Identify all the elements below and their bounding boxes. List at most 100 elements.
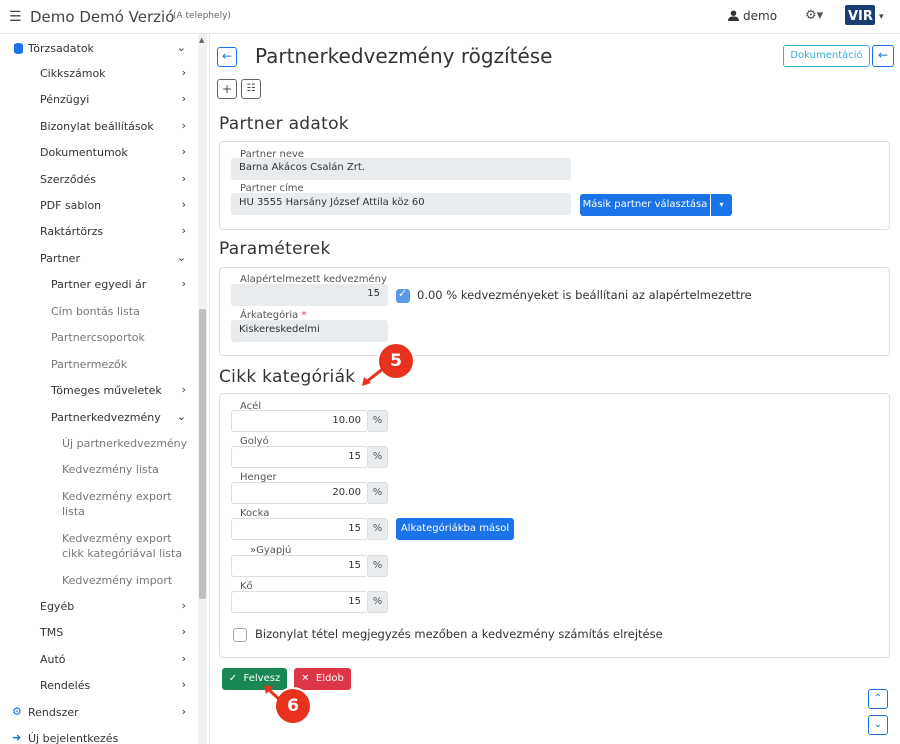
- percent-addon: %: [368, 410, 388, 432]
- discard-button[interactable]: ✕ Eldob: [294, 668, 351, 690]
- sidebar-item-cim-bontas-lista[interactable]: Cím bontás lista: [0, 299, 198, 325]
- chevron-right-icon: ›: [181, 625, 186, 638]
- sidebar-item-partnercsoportok[interactable]: Partnercsoportok: [0, 325, 198, 351]
- chevron-right-icon: ›: [181, 66, 186, 79]
- chevron-right-icon: ›: [181, 145, 186, 158]
- sidebar-item-bizonylat-beallitasok[interactable]: Bizonylat beállítások ›: [0, 114, 198, 140]
- close-icon: ✕: [301, 673, 310, 684]
- other-partner-button[interactable]: Másik partner választása: [580, 194, 710, 216]
- sidebar-item-label: Egyéb: [40, 600, 75, 613]
- hide-discount-calc-label: Bizonylat tétel megjegyzés mezőben a ked…: [255, 627, 663, 641]
- category-input-gyapju[interactable]: 15: [231, 555, 368, 577]
- sidebar-item-kedvezmeny-lista[interactable]: Kedvezmény lista: [0, 457, 198, 483]
- chevron-right-icon: ›: [181, 198, 186, 211]
- sidebar-item-label: Partnercsoportok: [51, 331, 145, 344]
- sidebar-item-kedvezmeny-export-lista[interactable]: Kedvezmény export lista: [0, 484, 198, 518]
- sidebar-item-partner[interactable]: Partner ⌄: [0, 246, 198, 272]
- documentation-button[interactable]: Dokumentáció: [783, 45, 870, 67]
- price-category-field[interactable]: Kiskereskedelmi: [231, 320, 388, 342]
- sidebar-item-uj-partnerkedvezmeny[interactable]: Új partnerkedvezmény: [0, 431, 198, 457]
- sidebar-item-label: TMS: [40, 626, 64, 639]
- add-icon[interactable]: +: [217, 79, 237, 99]
- percent-addon: %: [368, 555, 388, 577]
- scroll-up-arrow-icon[interactable]: ▲: [199, 36, 204, 44]
- scroll-top-icon[interactable]: ⌃: [868, 689, 888, 709]
- sidebar-item-partnermezok[interactable]: Partnermezők: [0, 352, 198, 378]
- sidebar-item-partnerkedvezmeny[interactable]: Partnerkedvezmény ⌄: [0, 405, 198, 431]
- sidebar-item-rendszer[interactable]: ⚙ Rendszer ›: [0, 700, 198, 726]
- percent-addon: %: [368, 518, 388, 540]
- database-icon: [14, 43, 23, 54]
- chevron-right-icon: ›: [181, 92, 186, 105]
- sidebar-item-cikkszamok[interactable]: Cikkszámok ›: [0, 61, 198, 87]
- sidebar-item-kedvezmeny-export-cikk-kategoria[interactable]: Kedvezmény export cikk kategóriával list…: [0, 526, 198, 560]
- chevron-right-icon: ›: [181, 172, 186, 185]
- scroll-bottom-icon[interactable]: ⌄: [868, 715, 888, 735]
- sidebar-item-uj-bejelentkezes[interactable]: ➜ Új bejelentkezés: [0, 726, 198, 744]
- default-discount-field[interactable]: 15: [231, 284, 388, 306]
- sidebar-item-label: Szerződés: [40, 173, 97, 186]
- sidebar-item-label: Partner: [40, 252, 80, 265]
- sidebar-item-dokumentumok[interactable]: Dokumentumok ›: [0, 140, 198, 166]
- partner-card: Partner neve Barna Akácos Csalán Zrt. Pa…: [219, 141, 890, 230]
- sidebar-item-tms[interactable]: TMS ›: [0, 620, 198, 646]
- partner-name-field: Barna Akácos Csalán Zrt.: [231, 158, 571, 180]
- sidebar-item-label: PDF sablon: [40, 199, 102, 212]
- sidebar-scroll-thumb[interactable]: [199, 309, 206, 599]
- chevron-down-icon: ⌄: [176, 41, 186, 54]
- category-input-henger[interactable]: 20.00: [231, 482, 368, 504]
- sidebar-item-torzsadatok[interactable]: Törzsadatok ⌄: [0, 36, 198, 62]
- sidebar-item-tomeges-muveletek[interactable]: Tömeges műveletek ›: [0, 378, 198, 404]
- chevron-right-icon: ›: [181, 383, 186, 396]
- sidebar-item-label: Partner egyedi ár: [51, 278, 147, 291]
- sidebar-item-label: Partnermezők: [51, 358, 128, 371]
- user-name: demo: [743, 9, 778, 23]
- evir-logo[interactable]: VIR ▾: [845, 5, 889, 25]
- sidebar-item-szerzodes[interactable]: Szerződés ›: [0, 167, 198, 193]
- hamburger-menu-icon[interactable]: ☰: [9, 9, 22, 25]
- sidebar-item-label: Cím bontás lista: [51, 305, 140, 318]
- sidebar-item-label: cikk kategóriával lista: [62, 547, 183, 560]
- categories-card: Acél 10.00 % Golyó 15 % Henger 20.00 % K…: [219, 393, 890, 658]
- login-icon: ➜: [12, 731, 22, 744]
- list-icon[interactable]: ☷: [241, 79, 261, 99]
- chevron-down-icon: ⌄: [176, 251, 186, 264]
- sidebar-item-rendeles[interactable]: Rendelés ›: [0, 673, 198, 699]
- category-input-kocka[interactable]: 15: [231, 518, 368, 540]
- chevron-right-icon: ›: [181, 652, 186, 665]
- chevron-right-icon: ›: [181, 705, 186, 718]
- sidebar-item-label: Kedvezmény lista: [62, 463, 159, 476]
- chevron-down-icon: ⌄: [176, 410, 186, 423]
- settings-gear-icon[interactable]: ⚙▾: [805, 8, 823, 23]
- category-input-acel[interactable]: 10.00: [231, 410, 368, 432]
- category-input-golyo[interactable]: 15: [231, 446, 368, 468]
- category-input-ko[interactable]: 15: [231, 591, 368, 613]
- user-menu[interactable]: demo: [728, 9, 777, 23]
- sidebar-item-auto[interactable]: Autó ›: [0, 647, 198, 673]
- copy-to-subcategories-button[interactable]: Alkategóriákba másol: [396, 518, 514, 540]
- sidebar-item-partner-egyedi-ar[interactable]: Partner egyedi ár ›: [0, 272, 198, 298]
- back-arrow-icon[interactable]: ←: [872, 45, 894, 67]
- sidebar-item-egyeb[interactable]: Egyéb ›: [0, 594, 198, 620]
- back-arrow-icon[interactable]: ←: [217, 47, 237, 67]
- app-title: Demo Demó Verzió: [30, 8, 175, 26]
- sidebar-item-kedvezmeny-import[interactable]: Kedvezmény import: [0, 568, 198, 594]
- cogs-icon: ⚙: [12, 705, 22, 718]
- sidebar-item-pdf-sablon[interactable]: PDF sablon ›: [0, 193, 198, 219]
- section-title-params: Paraméterek: [219, 239, 331, 259]
- percent-addon: %: [368, 482, 388, 504]
- chevron-right-icon: ›: [181, 678, 186, 691]
- caret-down-icon[interactable]: ▾: [711, 194, 732, 216]
- user-icon: [728, 10, 739, 21]
- sidebar-item-label: Új bejelentkezés: [28, 732, 119, 744]
- zero-discount-checkbox[interactable]: [396, 287, 410, 303]
- top-bar: ☰ Demo Demó Verzió (A telephely) demo ⚙▾…: [0, 0, 900, 34]
- hide-discount-calc-checkbox[interactable]: [233, 628, 247, 642]
- page-title: Partnerkedvezmény rögzítése: [255, 44, 553, 68]
- sidebar-item-raktartorzs[interactable]: Raktártörzs ›: [0, 219, 198, 245]
- check-icon: ✓: [228, 673, 238, 684]
- sidebar-item-label: Rendszer: [28, 706, 79, 719]
- sidebar: ▲ Törzsadatok ⌄ Cikkszámok › Pénzügyi › Bi…: [0, 34, 210, 744]
- sidebar-item-label: Új partnerkedvezmény: [62, 437, 188, 450]
- sidebar-item-penzugyi[interactable]: Pénzügyi ›: [0, 87, 198, 113]
